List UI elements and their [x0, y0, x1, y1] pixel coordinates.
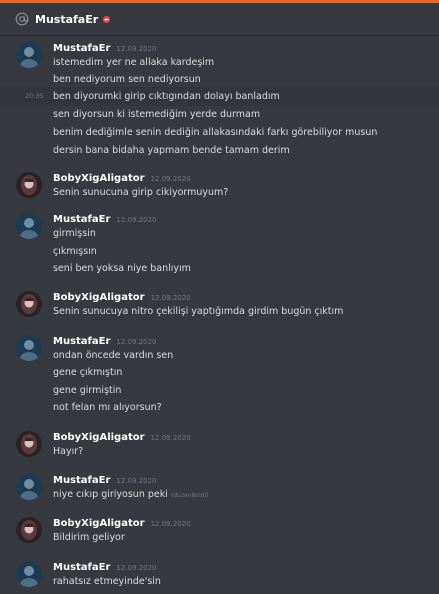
- message-group: MustafaEr 12.09.2020 niye cıkıp giriyosun…: [0, 470, 439, 510]
- avatar[interactable]: [16, 42, 42, 68]
- message-text: Senin sunucuna girip cikiyormuyum?: [53, 187, 229, 198]
- username[interactable]: BobyXigAligator 12.09.2020: [53, 292, 191, 303]
- avatar[interactable]: [16, 561, 42, 587]
- message-text: benim dediğimle senin dediğin allakasınd…: [53, 127, 378, 138]
- username[interactable]: MustafaEr 12.09.2020: [53, 562, 157, 573]
- username[interactable]: BobyXigAligator 12.09.2020: [53, 432, 191, 443]
- message-text: not felan mı alıyorsun?: [53, 402, 162, 413]
- message-group: BobyXigAligator 12.09.2020 Senin sunucuna…: [0, 168, 439, 208]
- message-text: çıkmışsın: [53, 246, 97, 257]
- message-text: gene girmiştin: [53, 385, 122, 396]
- timestamp: 12.09.2020: [150, 520, 191, 528]
- username[interactable]: MustafaEr 12.09.2020: [53, 336, 157, 347]
- hover-timestamp: 20:35: [25, 92, 44, 100]
- message-text: sen diyorsun ki istemediğim yerde durmam: [53, 109, 261, 120]
- message-group: MustafaEr 12.09.2020 ondan öncede vardın …: [0, 331, 439, 421]
- timestamp: 12.09.2020: [150, 434, 191, 442]
- dnd-status-icon: [103, 15, 111, 23]
- message-text: girmişsin: [53, 228, 96, 239]
- message-list[interactable]: MustafaEr 12.09.2020 istemedim yer ne all…: [0, 36, 439, 594]
- timestamp: 12.09.2020: [116, 216, 157, 224]
- avatar[interactable]: [16, 474, 42, 500]
- avatar[interactable]: [16, 517, 42, 543]
- timestamp: 12.09.2020: [116, 338, 157, 346]
- message-group: MustafaEr 12.09.2020 istemedim yer ne all…: [0, 38, 439, 163]
- message-group: BobyXigAligator 12.09.2020 Bildirim geliy…: [0, 513, 439, 553]
- dm-title[interactable]: MustafaEr: [35, 13, 98, 26]
- at-icon: [15, 12, 29, 26]
- username[interactable]: MustafaEr 12.09.2020: [53, 475, 157, 486]
- avatar[interactable]: [16, 172, 42, 198]
- message-group: BobyXigAligator 12.09.2020 Hayır?: [0, 427, 439, 467]
- username[interactable]: BobyXigAligator 12.09.2020: [53, 173, 191, 184]
- username[interactable]: MustafaEr 12.09.2020: [53, 43, 157, 54]
- avatar[interactable]: [16, 213, 42, 239]
- message-text: gene çıkmıştın: [53, 367, 123, 378]
- timestamp: 12.09.2020: [116, 477, 157, 485]
- message-text: dersin bana bidaha yapmam bende tamam de…: [53, 145, 290, 156]
- dm-header: MustafaEr: [0, 3, 439, 35]
- message-text: ben diyorumki girip cıktıgından dolayı b…: [53, 91, 280, 102]
- timestamp: 12.09.2020: [150, 294, 191, 302]
- message-text: ondan öncede vardın sen: [53, 350, 174, 361]
- timestamp: 12.09.2020: [116, 45, 157, 53]
- message-text: ben nediyorum sen nediyorsun: [53, 74, 201, 85]
- message-group: MustafaEr 12.09.2020 rahatsız etmeyinde's…: [0, 557, 439, 594]
- message-group: BobyXigAligator 12.09.2020 Senin sunucuya…: [0, 287, 439, 327]
- message-text: seni ben yoksa niye banlıyım: [53, 263, 191, 274]
- message-text: Senin sunucuya nitro çekilişi yaptığımda…: [53, 306, 344, 317]
- message-text: istemedim yer ne allaka kardeşim: [53, 57, 215, 68]
- edited-label: (düzenlendi): [170, 492, 209, 499]
- avatar[interactable]: [16, 431, 42, 457]
- message-text: Hayır?: [53, 446, 84, 457]
- message-text: niye cıkıp giriyosun peki (düzenlendi): [53, 489, 209, 500]
- avatar[interactable]: [16, 291, 42, 317]
- timestamp: 12.09.2020: [116, 564, 157, 572]
- message-text: Bildirim geliyor: [53, 532, 125, 543]
- avatar[interactable]: [16, 335, 42, 361]
- timestamp: 12.09.2020: [150, 175, 191, 183]
- username[interactable]: MustafaEr 12.09.2020: [53, 214, 157, 225]
- message-group: MustafaEr 12.09.2020 girmişsin çıkmışsın …: [0, 209, 439, 281]
- username[interactable]: BobyXigAligator 12.09.2020: [53, 518, 191, 529]
- message-text: rahatsız etmeyinde'sin: [53, 576, 161, 587]
